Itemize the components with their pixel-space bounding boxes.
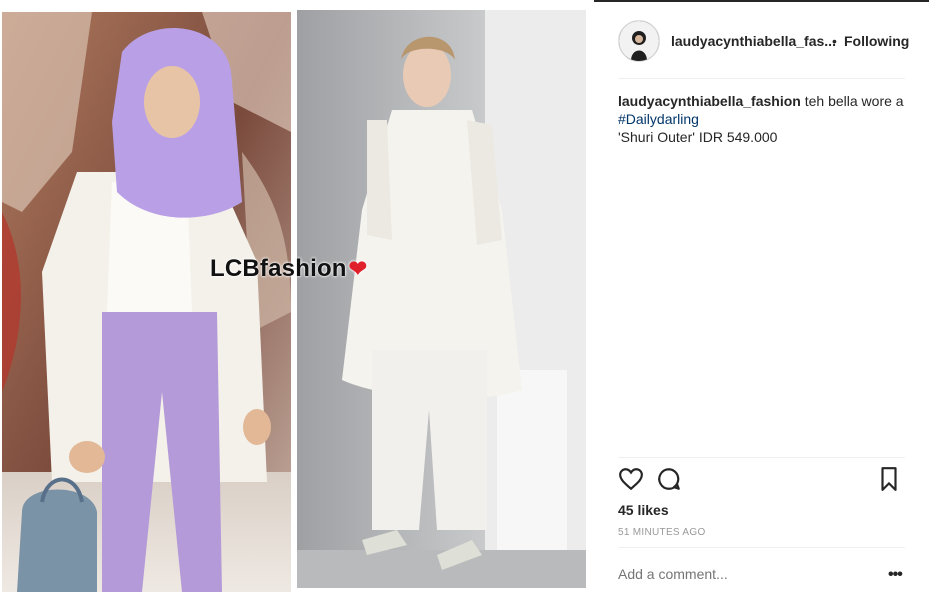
post-side-panel: laudyacynthiabella_fas... • Following la…	[594, 0, 929, 595]
watermark-text: LCBfashion	[210, 255, 347, 282]
comment-input[interactable]	[618, 566, 818, 582]
caption: laudyacynthiabella_fashion teh bella wor…	[618, 92, 918, 146]
photo-right	[297, 10, 586, 588]
post-header: laudyacynthiabella_fas... • Following	[594, 0, 929, 78]
post-timestamp[interactable]: 51 MINUTES AGO	[618, 527, 706, 538]
photo-right-illustration	[297, 10, 586, 588]
photo-left	[2, 12, 291, 592]
separator-dot: •	[832, 33, 837, 49]
photo-left-illustration	[2, 12, 291, 592]
heart-emoji: ❤	[348, 256, 368, 281]
post-username[interactable]: laudyacynthiabella_fas...	[671, 33, 836, 49]
comment-divider	[618, 547, 905, 548]
caption-product: 'Shuri Outer' IDR 549.000	[618, 129, 778, 145]
actions-divider	[618, 457, 905, 458]
caption-hashtag[interactable]: #Dailydarling	[618, 111, 699, 127]
like-count[interactable]: 45 likes	[618, 502, 669, 518]
heart-icon[interactable]	[618, 466, 644, 492]
caption-text: teh bella wore a	[800, 93, 904, 109]
post-actions	[618, 466, 908, 494]
comment-icon[interactable]	[656, 466, 682, 492]
post-media[interactable]: LCBfashion❤	[0, 0, 594, 595]
header-divider	[618, 78, 905, 79]
following-button[interactable]: Following	[844, 33, 909, 49]
caption-username[interactable]: laudyacynthiabella_fashion	[618, 93, 801, 109]
watermark: LCBfashion❤	[210, 255, 367, 283]
avatar-image	[619, 21, 659, 61]
avatar[interactable]	[618, 20, 660, 62]
bookmark-icon[interactable]	[876, 466, 902, 492]
more-options-icon[interactable]: •••	[888, 566, 903, 584]
